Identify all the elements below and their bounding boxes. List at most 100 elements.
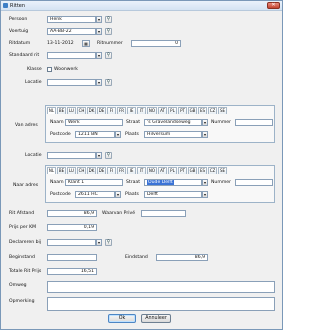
naar-straat-field[interactable]: Oude Delft	[144, 179, 202, 186]
tab-ie[interactable]: IE	[127, 167, 136, 174]
persoon-dropdown-icon[interactable]: ▾	[96, 16, 102, 23]
persoon-search-icon[interactable]: ⚲	[105, 16, 112, 23]
locatie-van-select[interactable]	[47, 79, 96, 86]
tab-fr[interactable]: FR	[117, 107, 126, 114]
van-straat-dropdown-icon[interactable]: ▾	[202, 119, 208, 126]
locatie-naar-search-icon[interactable]: ⚲	[105, 152, 112, 159]
close-button[interactable]: ✕	[267, 2, 280, 9]
voertuig-search-icon[interactable]: ⚲	[105, 28, 112, 35]
beginstand-field[interactable]	[47, 254, 97, 261]
standaard-rit-search-icon[interactable]: ⚲	[105, 52, 112, 59]
naar-adres-panel: NL BE LU CH DK DE FI FR IE IT NO AT PL P…	[45, 165, 275, 203]
waarvan-prive-field[interactable]	[141, 210, 186, 217]
tab-cz[interactable]: CZ	[208, 107, 217, 114]
prijs-per-km-field[interactable]: 0,19	[47, 224, 97, 231]
declareren-bij-select[interactable]	[47, 239, 96, 246]
locatie-naar-label: Locatie	[25, 153, 42, 158]
voertuig-dropdown-icon[interactable]: ▾	[96, 28, 102, 35]
locatie-van-search-icon[interactable]: ⚲	[105, 79, 112, 86]
tab-es[interactable]: ES	[198, 167, 207, 174]
standaard-rit-select[interactable]	[47, 52, 96, 59]
tab-pt[interactable]: PT	[178, 107, 187, 114]
van-naam-field[interactable]: Werk	[65, 119, 123, 126]
tab-se[interactable]: SE	[218, 107, 227, 114]
tab-lu[interactable]: LU	[67, 107, 76, 114]
ok-button[interactable]: Ok	[108, 314, 136, 323]
naar-plaats-dropdown-icon[interactable]: ▾	[202, 191, 208, 198]
tab-se[interactable]: SE	[218, 167, 227, 174]
eindstand-field[interactable]: 86,9	[156, 254, 208, 261]
naar-straat-selected-text: Oude Delft	[147, 180, 174, 185]
prijs-per-km-label: Prijs per KM	[9, 225, 37, 230]
tab-lu[interactable]: LU	[67, 167, 76, 174]
tab-be[interactable]: BE	[57, 167, 66, 174]
locatie-naar-select[interactable]	[47, 152, 96, 159]
van-straat-field[interactable]: 's Gravelandseweg	[144, 119, 202, 126]
rit-afstand-field[interactable]: 86,9	[47, 210, 97, 217]
calendar-icon[interactable]: ▦	[82, 40, 90, 47]
ritnummer-field[interactable]: 0	[131, 40, 181, 47]
tab-gb[interactable]: GB	[188, 167, 197, 174]
annuleer-button[interactable]: Annuleer	[141, 314, 171, 323]
naar-plaats-field[interactable]: Delft	[144, 191, 202, 198]
locatie-van-dropdown-icon[interactable]: ▾	[96, 79, 102, 86]
declareren-bij-dropdown-icon[interactable]: ▾	[96, 239, 102, 246]
omweg-field[interactable]	[47, 281, 275, 293]
locatie-label: Locatie	[25, 80, 42, 85]
ritdatum-label: Ritdatum	[9, 41, 31, 46]
tab-be[interactable]: BE	[57, 107, 66, 114]
standaard-rit-dropdown-icon[interactable]: ▾	[96, 52, 102, 59]
declareren-bij-search-icon[interactable]: ⚲	[105, 239, 112, 246]
totale-rit-prijs-field[interactable]: 16,51	[47, 268, 97, 275]
van-postcode-dropdown-icon[interactable]: ▾	[115, 131, 121, 138]
naar-postcode-dropdown-icon[interactable]: ▾	[115, 191, 121, 198]
tab-no[interactable]: NO	[147, 167, 157, 174]
tab-it[interactable]: IT	[137, 167, 146, 174]
tab-dk[interactable]: DK	[87, 167, 96, 174]
tab-at[interactable]: AT	[158, 167, 167, 174]
ritten-window: Ritten ✕ Persoon Henk ▾ ⚲ Voertuig AA-BB…	[0, 0, 283, 330]
persoon-select[interactable]: Henk	[47, 16, 96, 23]
tab-pt[interactable]: PT	[178, 167, 187, 174]
naar-postcode-field[interactable]: 2611 HC	[75, 191, 115, 198]
ritdatum-value[interactable]: 13-11-2012	[47, 41, 74, 46]
tab-de[interactable]: DE	[97, 107, 106, 114]
van-plaats-dropdown-icon[interactable]: ▾	[202, 131, 208, 138]
tab-ch[interactable]: CH	[77, 107, 86, 114]
tab-fi[interactable]: FI	[107, 167, 116, 174]
tab-cz[interactable]: CZ	[208, 167, 217, 174]
tab-es[interactable]: ES	[198, 107, 207, 114]
tab-pl[interactable]: PL	[168, 167, 177, 174]
tab-de[interactable]: DE	[97, 167, 106, 174]
van-adres-panel: NL BE LU CH DK DE FI FR IE IT NO AT PL P…	[45, 105, 275, 143]
app-icon	[3, 3, 8, 8]
tab-pl[interactable]: PL	[168, 107, 177, 114]
van-nummer-field[interactable]	[235, 119, 273, 126]
van-naam-label: Naam	[50, 120, 64, 125]
opmerking-field[interactable]	[47, 297, 275, 311]
tab-nl[interactable]: NL	[47, 107, 56, 114]
van-nummer-label: Nummer	[211, 120, 232, 125]
tab-nl[interactable]: NL	[47, 167, 56, 174]
voertuig-label: Voertuig	[9, 29, 29, 34]
voertuig-select[interactable]: AA-BB-22	[47, 28, 96, 35]
tab-ie[interactable]: IE	[127, 107, 136, 114]
tab-at[interactable]: AT	[158, 107, 167, 114]
naar-nummer-field[interactable]	[235, 179, 273, 186]
naar-naam-field[interactable]: Klant 1	[65, 179, 123, 186]
tab-fi[interactable]: FI	[107, 107, 116, 114]
tab-it[interactable]: IT	[137, 107, 146, 114]
van-plaats-label: Plaats	[125, 132, 139, 137]
naar-nummer-label: Nummer	[211, 180, 232, 185]
naar-straat-dropdown-icon[interactable]: ▾	[202, 179, 208, 186]
woonwerk-checkbox[interactable]	[47, 67, 52, 72]
tab-no[interactable]: NO	[147, 107, 157, 114]
van-postcode-field[interactable]: 1211 BN	[75, 131, 115, 138]
tab-ch[interactable]: CH	[77, 167, 86, 174]
van-adres-label: Van adres	[15, 123, 38, 128]
tab-dk[interactable]: DK	[87, 107, 96, 114]
locatie-naar-dropdown-icon[interactable]: ▾	[96, 152, 102, 159]
van-plaats-field[interactable]: Hilversum	[144, 131, 202, 138]
tab-gb[interactable]: GB	[188, 107, 197, 114]
tab-fr[interactable]: FR	[117, 167, 126, 174]
